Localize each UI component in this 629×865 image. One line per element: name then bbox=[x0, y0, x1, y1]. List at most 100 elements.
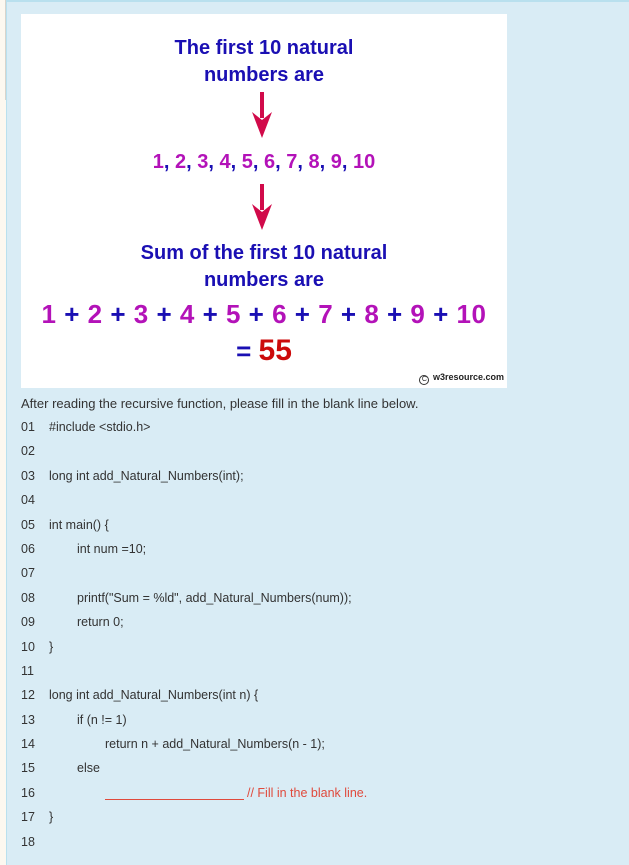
sum-term: 9 bbox=[410, 299, 426, 329]
code-listing: 01 #include <stdio.h> 02 03 long int add_Nat… bbox=[21, 418, 621, 857]
code-line: 12 long int add_Natural_Numbers(int n) { bbox=[21, 686, 621, 710]
fill-in-blank-input[interactable] bbox=[105, 786, 244, 800]
sum-term: 5 bbox=[225, 299, 241, 329]
sequence-number: 9 bbox=[330, 151, 342, 173]
plus-operator: + bbox=[148, 299, 180, 329]
line-number: 04 bbox=[21, 493, 35, 508]
sequence-number: 10 bbox=[353, 151, 376, 173]
sum-expression: 1 + 2 + 3 + 4 + 5 + 6 + 7 + 8 + 9 + 10 bbox=[21, 299, 507, 330]
sequence-separator: , bbox=[319, 151, 331, 173]
code-text: long int add_Natural_Numbers(int n) { bbox=[49, 688, 259, 703]
line-number: 16 bbox=[21, 785, 35, 800]
line-number: 17 bbox=[21, 810, 35, 825]
equals-sign: = bbox=[236, 336, 259, 366]
code-line: 11 bbox=[21, 662, 621, 686]
sum-term: 4 bbox=[179, 299, 195, 329]
natural-number-sequence: 1, 2, 3, 4, 5, 6, 7, 8, 9, 10 bbox=[21, 151, 507, 174]
sequence-number: 5 bbox=[241, 151, 253, 173]
sequence-number: 2 bbox=[175, 151, 187, 173]
code-line: 17} bbox=[21, 808, 621, 832]
code-text: long int add_Natural_Numbers(int); bbox=[49, 468, 244, 483]
sequence-separator: , bbox=[208, 151, 220, 173]
figure-heading-sum: Sum of the first 10 natural numbers are bbox=[21, 240, 507, 294]
plus-operator: + bbox=[379, 299, 411, 329]
plus-operator: + bbox=[287, 299, 319, 329]
code-line: 16 // Fill in the blank line. bbox=[21, 784, 621, 808]
line-number: 10 bbox=[21, 639, 35, 654]
copyright-notice: C w3resource.com bbox=[419, 372, 504, 385]
code-line: 10} bbox=[21, 638, 621, 662]
illustration-figure: The first 10 natural numbers are 1, 2, 3… bbox=[21, 14, 507, 388]
sequence-separator: , bbox=[186, 151, 198, 173]
plus-operator: + bbox=[194, 299, 226, 329]
sequence-number: 7 bbox=[286, 151, 298, 173]
heading-line: Sum of the first 10 natural bbox=[140, 242, 388, 264]
line-number: 05 bbox=[21, 517, 35, 532]
code-text: return 0; bbox=[77, 615, 124, 630]
code-comment: // Fill in the blank line. bbox=[247, 785, 368, 800]
line-number: 14 bbox=[21, 737, 35, 752]
code-line: 06 int num =10; bbox=[21, 540, 621, 564]
question-panel: The first 10 natural numbers are 1, 2, 3… bbox=[6, 0, 629, 865]
heading-line: The first 10 natural bbox=[174, 37, 354, 59]
code-text: // Fill in the blank line. bbox=[105, 784, 367, 802]
sequence-separator: , bbox=[163, 151, 175, 173]
figure-heading-natural-numbers: The first 10 natural numbers are bbox=[21, 35, 507, 89]
code-text: if (n != 1) bbox=[77, 712, 127, 727]
plus-operator: + bbox=[240, 299, 273, 329]
sum-term: 8 bbox=[364, 299, 380, 329]
sum-term: 2 bbox=[87, 299, 103, 329]
line-number: 12 bbox=[21, 688, 35, 703]
code-text: else bbox=[77, 761, 100, 776]
sequence-separator: , bbox=[230, 151, 242, 173]
code-line: 04 bbox=[21, 491, 621, 515]
code-text: } bbox=[49, 639, 54, 654]
code-line: 09 return 0; bbox=[21, 613, 621, 637]
code-line: 18 bbox=[21, 833, 621, 857]
line-number: 01 bbox=[21, 420, 35, 434]
copyright-icon: C bbox=[419, 375, 430, 385]
code-text: int num =10; bbox=[77, 541, 147, 556]
sequence-number: 3 bbox=[197, 151, 209, 173]
line-number: 15 bbox=[21, 761, 35, 776]
code-text: return n + add_Natural_Numbers(n - 1); bbox=[105, 737, 325, 752]
down-arrow-icon bbox=[252, 92, 272, 138]
line-number: 08 bbox=[21, 590, 35, 605]
line-number: 03 bbox=[21, 468, 35, 483]
sum-value: 55 bbox=[258, 334, 292, 367]
sequence-number: 6 bbox=[264, 151, 276, 173]
line-number: 02 bbox=[21, 444, 35, 459]
plus-operator: + bbox=[56, 299, 88, 329]
sum-term: 7 bbox=[318, 299, 334, 329]
down-arrow-icon bbox=[252, 184, 272, 230]
sequence-separator: , bbox=[297, 151, 309, 173]
line-number: 06 bbox=[21, 541, 35, 556]
code-line: 05 int main() { bbox=[21, 516, 621, 540]
code-line: 03 long int add_Natural_Numbers(int); bbox=[21, 467, 621, 491]
sequence-separator: , bbox=[275, 151, 287, 173]
line-number: 07 bbox=[21, 566, 35, 581]
heading-line: numbers are bbox=[203, 269, 325, 291]
code-line: 08 printf("Sum = %ld", add_Natural_Number… bbox=[21, 589, 621, 613]
code-text: } bbox=[49, 810, 54, 825]
instruction-text: After reading the recursive function, pl… bbox=[21, 396, 419, 411]
sequence-separator: , bbox=[341, 151, 353, 173]
code-line: 15 else bbox=[21, 759, 621, 783]
code-text: printf("Sum = %ld", add_Natural_Numbers(… bbox=[77, 590, 352, 605]
code-line: 01 #include <stdio.h> bbox=[21, 418, 621, 442]
line-number: 18 bbox=[21, 834, 35, 849]
heading-line: numbers are bbox=[203, 64, 325, 86]
plus-operator: + bbox=[333, 299, 365, 329]
sequence-number: 1 bbox=[152, 151, 164, 173]
line-number: 11 bbox=[21, 663, 34, 678]
code-text: int main() { bbox=[49, 517, 109, 532]
plus-operator: + bbox=[425, 299, 457, 329]
sequence-number: 4 bbox=[219, 151, 231, 173]
line-number: 13 bbox=[21, 712, 35, 727]
sum-term: 6 bbox=[272, 299, 288, 329]
sum-term: 10 bbox=[456, 299, 487, 329]
plus-operator: + bbox=[102, 299, 134, 329]
sum-term: 1 bbox=[41, 299, 57, 329]
code-line: 07 bbox=[21, 564, 621, 588]
sum-term: 3 bbox=[133, 299, 149, 329]
